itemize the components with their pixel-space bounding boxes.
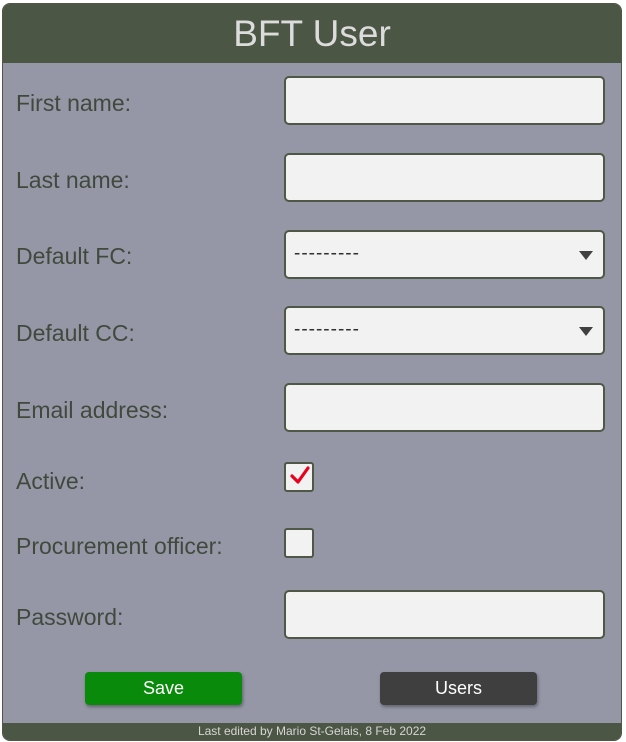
save-button[interactable]: Save [85, 672, 242, 705]
active-label: Active: [16, 468, 86, 494]
default-cc-label: Default CC: [16, 320, 135, 346]
default-cc-select[interactable]: --------- [284, 306, 605, 355]
procurement-officer-label: Procurement officer: [16, 533, 223, 559]
default-fc-label: Default FC: [16, 243, 133, 269]
first-name-input[interactable] [284, 76, 605, 125]
default-fc-selected: --------- [294, 243, 360, 264]
first-name-label: First name: [16, 90, 132, 116]
user-form-card: BFT User First name: Last name: Default … [2, 3, 622, 741]
chevron-down-icon [579, 251, 593, 260]
checkmark-icon [290, 466, 310, 484]
email-input[interactable] [284, 383, 605, 432]
users-button[interactable]: Users [380, 672, 537, 705]
chevron-down-icon [579, 327, 593, 336]
password-input[interactable] [284, 590, 605, 639]
password-label: Password: [16, 604, 124, 630]
page-title: BFT User [3, 4, 621, 63]
procurement-officer-checkbox[interactable] [284, 528, 314, 558]
last-name-input[interactable] [284, 153, 605, 202]
active-checkbox[interactable] [284, 462, 314, 492]
default-cc-selected: --------- [294, 319, 360, 340]
last-edited-footer: Last edited by Mario St-Gelais, 8 Feb 20… [3, 723, 621, 740]
email-label: Email address: [16, 397, 169, 423]
last-name-label: Last name: [16, 167, 130, 193]
default-fc-select[interactable]: --------- [284, 230, 605, 279]
